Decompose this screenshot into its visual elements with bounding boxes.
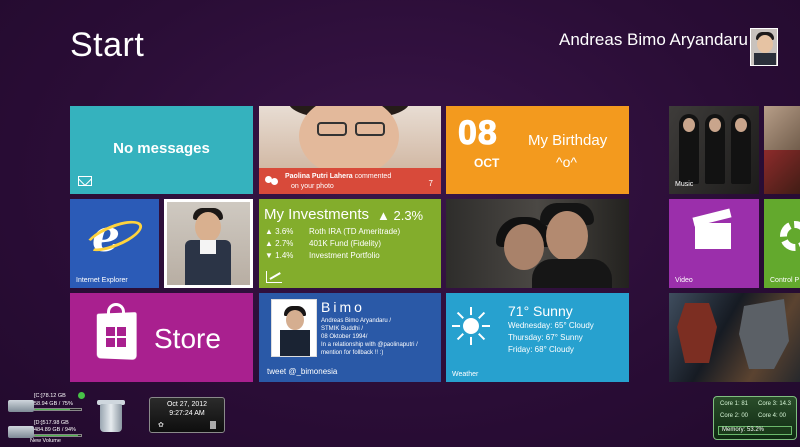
birthday-title: My Birthday	[528, 132, 608, 149]
clock-gadget[interactable]: Oct 27, 2012 9:27:24 AM ✿	[149, 397, 225, 433]
people-notification-bar: Paolina Putri Lahera commented on your p…	[259, 168, 441, 194]
core-3: Core 3: 14.3	[758, 401, 792, 407]
weather-now: 71° Sunny	[508, 303, 573, 319]
memory-usage: Memory: 53.2%	[718, 426, 792, 435]
tile-control-panel[interactable]: Control P	[764, 199, 800, 288]
tile-movie[interactable]	[669, 293, 800, 382]
ie-label: Internet Explorer	[76, 277, 128, 284]
profile-picture	[271, 299, 317, 357]
birthday-emoticon: ^o^	[556, 154, 577, 170]
tile-video[interactable]: Video	[669, 199, 759, 288]
birthday-month: OCT	[474, 156, 500, 170]
profile-name: Bimo	[321, 299, 365, 315]
weather-label: Weather	[452, 371, 479, 378]
drive-d-name: [D:]517.98 GB	[34, 420, 69, 426]
refresh-icon[interactable]	[78, 392, 85, 399]
user-avatar[interactable]	[750, 28, 778, 66]
store-label: Store	[154, 323, 221, 354]
weather-forecast: Thursday: 67° Sunny	[508, 333, 583, 342]
drive-d-free: 484.89 GB / 94%	[34, 427, 76, 433]
drive-c-free: 58.94 GB / 75%	[34, 401, 73, 407]
drive-c-name: [C:]78.12 GB	[34, 393, 66, 399]
investments-title: My Investments	[264, 206, 370, 223]
cpu-meter-gadget[interactable]: Core 1: 81 Core 3: 14.3 Core 2: 00 Core …	[713, 396, 797, 440]
tile-investments[interactable]: My Investments ▲ 2.3% ▲ 3.6% Roth IRA (TD…	[259, 199, 441, 288]
video-label: Video	[675, 277, 693, 284]
comment-target: on your photo	[291, 183, 334, 190]
chart-icon	[266, 271, 282, 283]
tile-photo[interactable]	[164, 199, 253, 288]
recycle-bin-icon[interactable]	[97, 398, 125, 434]
tile-couple-photo[interactable]	[446, 199, 629, 288]
tile-music-album[interactable]	[764, 106, 800, 194]
windows-logo-icon	[106, 327, 126, 347]
tile-profile[interactable]: Bimo Andreas Bimo Aryandaru / STMIK Budd…	[259, 293, 441, 382]
investment-row: ▼ 1.4% Investment Portfolio	[265, 251, 380, 260]
user-name[interactable]: Andreas Bimo Aryandaru	[559, 30, 748, 50]
control-panel-label: Control P	[770, 277, 800, 284]
gear-icon	[780, 221, 800, 251]
weather-forecast: Wednesday: 65° Cloudy	[508, 321, 594, 330]
tile-weather[interactable]: 71° Sunny Wednesday: 65° Cloudy Thursday…	[446, 293, 629, 382]
weather-forecast: Friday: 68° Cloudy	[508, 345, 574, 354]
core-4: Core 4: 00	[758, 413, 787, 419]
drive-c-usage-bar	[34, 408, 82, 411]
clock-date: Oct 27, 2012	[166, 401, 208, 408]
tile-people[interactable]: Paolina Putri Lahera commented on your p…	[259, 106, 441, 194]
drive-d-label: New Volume	[30, 438, 61, 444]
settings-icon[interactable]: ✿	[158, 421, 164, 429]
drive-c-icon	[8, 400, 34, 412]
investment-row: ▲ 2.7% 401K Fund (Fidelity)	[265, 239, 382, 248]
profile-bio: Andreas Bimo Aryandaru / STMIK Buddhi / …	[321, 318, 418, 356]
music-label: Music	[675, 181, 694, 188]
clapperboard-icon	[695, 223, 731, 249]
messaging-status: No messages	[113, 140, 210, 157]
people-photo	[259, 106, 441, 176]
people-icon	[265, 176, 279, 186]
investment-row: ▲ 3.6% Roth IRA (TD Ameritrade)	[265, 227, 401, 236]
core-2: Core 2: 00	[720, 413, 749, 419]
core-1: Core 1: 81	[720, 401, 749, 407]
tile-store[interactable]: Store	[70, 293, 253, 382]
battery-icon	[210, 421, 216, 429]
birthday-day: 08	[458, 114, 498, 153]
tile-music[interactable]: Music	[669, 106, 759, 194]
commenter-name: Paolina Putri Lahera	[285, 173, 353, 180]
drive-d-icon	[8, 426, 34, 438]
profile-tweet: tweet @_bimonesia	[267, 367, 338, 376]
mail-icon	[78, 176, 92, 186]
comment-action: commented	[354, 173, 392, 180]
drive-d-usage-bar	[34, 434, 82, 437]
drives-gadget[interactable]: [C:]78.12 GB 58.94 GB / 75% [D:]517.98 G…	[6, 392, 86, 444]
notification-count: 7	[428, 179, 433, 188]
start-title: Start	[70, 26, 145, 64]
tile-messaging[interactable]: No messages	[70, 106, 253, 194]
investments-change: ▲ 2.3%	[377, 208, 424, 223]
tile-birthday[interactable]: 08 OCT My Birthday ^o^	[446, 106, 629, 194]
clock-time: 9:27:24 AM	[169, 410, 205, 417]
tile-internet-explorer[interactable]: e Internet Explorer	[70, 199, 159, 288]
